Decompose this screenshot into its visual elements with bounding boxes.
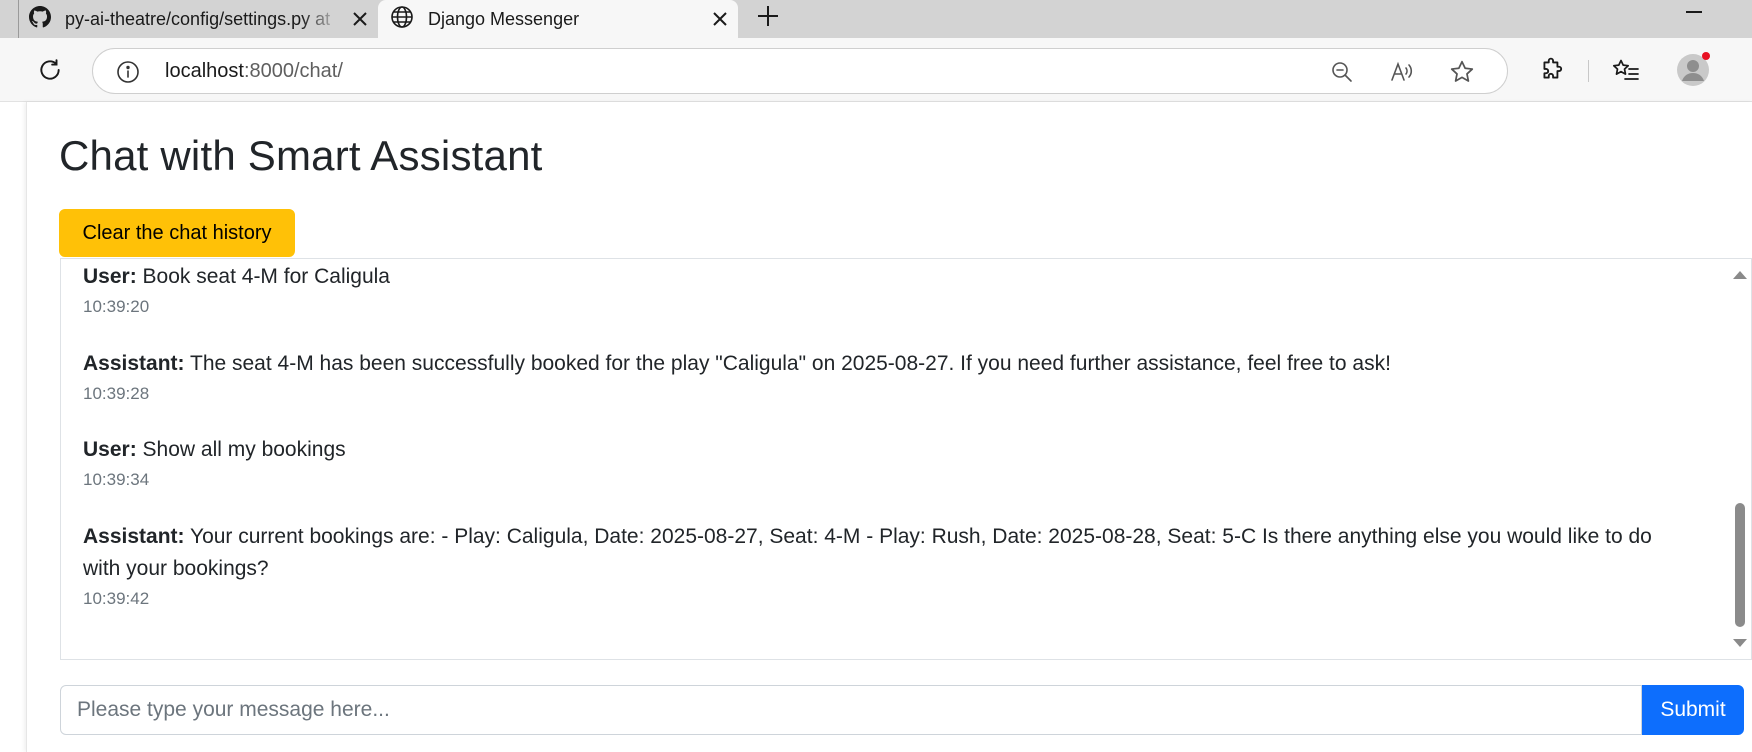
clear-history-button[interactable]: Clear the chat history bbox=[59, 209, 295, 257]
chat-history[interactable]: User: Book seat 4-M for Caligula 10:39:2… bbox=[60, 258, 1752, 660]
message-timestamp: 10:39:34 bbox=[83, 470, 150, 489]
message-sender: Assistant: bbox=[83, 352, 185, 375]
tab-title: Django Messenger bbox=[428, 8, 580, 29]
message-timestamp: 10:39:20 bbox=[83, 297, 150, 316]
address-bar[interactable]: localhost:8000/chat/ bbox=[92, 48, 1508, 94]
message-text: User: Show all my bookings bbox=[83, 434, 1693, 466]
globe-icon bbox=[390, 5, 414, 34]
favorites-icon[interactable] bbox=[1606, 52, 1646, 88]
message-sender: User: bbox=[83, 438, 137, 461]
close-tab-icon[interactable] bbox=[702, 3, 738, 35]
minimize-window-icon[interactable] bbox=[1672, 0, 1716, 24]
github-icon bbox=[29, 5, 51, 33]
page-content: Chat with Smart Assistant Clear the chat… bbox=[26, 102, 1752, 752]
browser-toolbar: localhost:8000/chat/ bbox=[0, 38, 1752, 102]
reload-icon[interactable] bbox=[30, 52, 70, 88]
chat-message: User: Show all my bookings 10:39:34 bbox=[83, 434, 1693, 490]
message-form: Submit bbox=[60, 685, 1752, 735]
extensions-icon[interactable] bbox=[1534, 52, 1570, 88]
url-path: :8000/chat/ bbox=[243, 60, 343, 82]
chat-message: User: Book seat 4-M for Caligula 10:39:2… bbox=[83, 261, 1693, 317]
message-body: Your current bookings are: - Play: Calig… bbox=[83, 525, 1652, 580]
url-text[interactable]: localhost:8000/chat/ bbox=[165, 49, 343, 93]
message-timestamp: 10:39:42 bbox=[83, 589, 150, 608]
message-body: Show all my bookings bbox=[136, 438, 346, 461]
page-title: Chat with Smart Assistant bbox=[59, 132, 543, 179]
submit-button[interactable]: Submit bbox=[1642, 685, 1744, 735]
tab-title: py-ai-theatre/config/settings.py at bbox=[65, 8, 331, 29]
zoom-out-icon[interactable] bbox=[1327, 57, 1357, 87]
message-text: User: Book seat 4-M for Caligula bbox=[83, 261, 1693, 293]
chat-message: Assistant: The seat 4-M has been success… bbox=[83, 348, 1693, 404]
browser-tab-github[interactable]: py-ai-theatre/config/settings.py at bbox=[18, 0, 378, 38]
browser-tab-strip: py-ai-theatre/config/settings.py at Djan… bbox=[0, 0, 1752, 38]
message-text: Assistant: The seat 4-M has been success… bbox=[83, 348, 1693, 380]
browser-tab-django-messenger[interactable]: Django Messenger bbox=[378, 0, 738, 38]
message-timestamp: 10:39:28 bbox=[83, 384, 150, 403]
message-sender: User: bbox=[83, 265, 137, 288]
message-body: Book seat 4-M for Caligula bbox=[136, 265, 390, 288]
scroll-up-arrow-icon[interactable] bbox=[1733, 271, 1747, 279]
chat-message: Assistant: Your current bookings are: - … bbox=[83, 521, 1693, 609]
chat-scrollbar[interactable] bbox=[1729, 259, 1751, 659]
new-tab-icon[interactable] bbox=[748, 0, 788, 32]
message-input[interactable] bbox=[60, 685, 1642, 735]
message-text: Assistant: Your current bookings are: - … bbox=[83, 521, 1693, 585]
star-icon[interactable] bbox=[1447, 57, 1477, 87]
profile-avatar[interactable] bbox=[1674, 51, 1712, 89]
scrollbar-thumb[interactable] bbox=[1735, 503, 1745, 627]
url-host: localhost bbox=[165, 60, 244, 82]
close-tab-icon[interactable] bbox=[342, 3, 378, 35]
site-info-icon[interactable] bbox=[113, 57, 143, 87]
scroll-down-arrow-icon[interactable] bbox=[1733, 639, 1747, 647]
read-aloud-icon[interactable] bbox=[1387, 57, 1417, 87]
toolbar-divider bbox=[1588, 60, 1589, 82]
message-sender: Assistant: bbox=[83, 525, 185, 548]
message-body: The seat 4-M has been successfully booke… bbox=[184, 352, 1391, 375]
notification-dot bbox=[1702, 52, 1710, 60]
